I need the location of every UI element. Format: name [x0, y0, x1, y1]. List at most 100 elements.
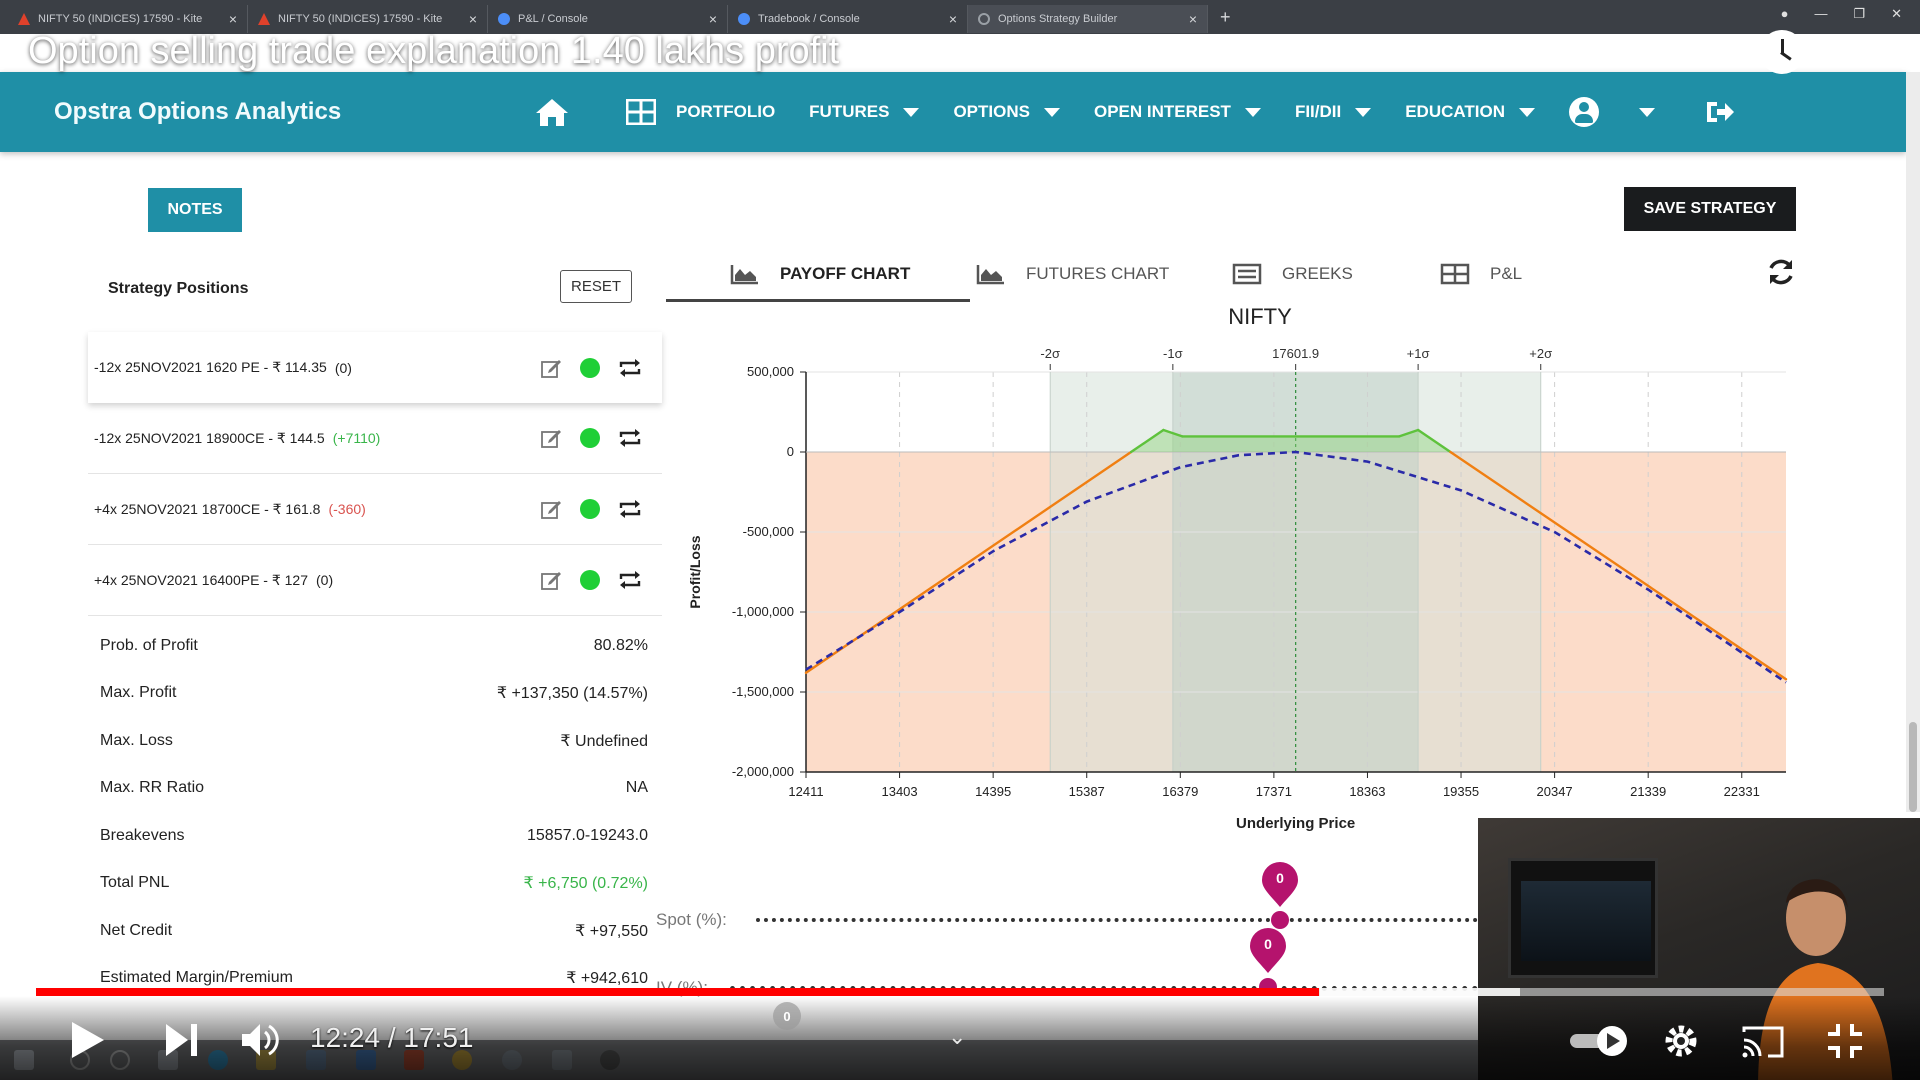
active-status-dot-icon[interactable]	[580, 499, 600, 519]
logout-icon[interactable]	[1705, 98, 1735, 126]
chart-tab[interactable]: GREEKS	[1232, 246, 1353, 302]
brand-title[interactable]: Opstra Options Analytics	[54, 98, 534, 126]
chart-tab[interactable]: PAYOFF CHART	[730, 246, 910, 302]
position-row[interactable]: -12x 25NOV2021 1620 PE - ₹ 114.35 (0)	[88, 332, 662, 403]
sigma-label: -1σ	[1163, 346, 1183, 361]
stat-row: Net Credit ₹ +97,550	[100, 907, 648, 955]
browser-tab-title: NIFTY 50 (INDICES) 17590 - Kite	[278, 13, 443, 25]
position-actions	[540, 545, 642, 615]
opstra-icon	[978, 13, 990, 25]
video-title[interactable]: Option selling trade explanation 1.40 la…	[28, 30, 839, 73]
caret-down-icon	[1043, 107, 1060, 117]
browser-tab[interactable]: NIFTY 50 (INDICES) 17590 - Kite ×	[8, 5, 248, 33]
position-list: -12x 25NOV2021 1620 PE - ₹ 114.35 (0) -12x…	[88, 332, 662, 616]
nav-education[interactable]: EDUCATION	[1405, 102, 1536, 122]
share-icon[interactable]	[1856, 35, 1900, 69]
position-row[interactable]: -12x 25NOV2021 18900CE - ₹ 144.5 (+7110)	[88, 403, 662, 474]
active-status-dot-icon[interactable]	[580, 428, 600, 448]
payoff-chart[interactable]: NIFTY -2σ -1σ 17601.9 +1σ +2σ 500,000 0 -500,000…	[666, 300, 1810, 840]
stat-row: Breakevens 15857.0-19243.0	[100, 812, 648, 860]
minimize-icon[interactable]: —	[1814, 6, 1827, 22]
list-icon	[1232, 263, 1262, 285]
stat-value: NA	[625, 779, 648, 797]
position-actions	[540, 403, 642, 473]
positions-header: Strategy Positions RESET	[88, 246, 662, 332]
refresh-icon[interactable]	[1766, 257, 1796, 287]
page-scrollbar[interactable]	[1906, 72, 1920, 812]
bookmark-star-icon[interactable]: ☆	[1822, 42, 1838, 63]
repeat-icon[interactable]	[618, 358, 642, 378]
nav-portfolio-label: PORTFOLIO	[676, 102, 776, 121]
nav-account[interactable]	[1569, 97, 1656, 127]
nav-fii-dii-label: FII/DII	[1294, 102, 1342, 121]
account-icon[interactable]: ●	[1781, 6, 1789, 22]
caret-down-icon	[1244, 107, 1261, 117]
stat-label: Total PNL	[100, 874, 170, 892]
spot-slider-knob[interactable]	[1271, 911, 1289, 929]
nav-open-interest-label: OPEN INTEREST	[1093, 102, 1231, 121]
nav-portfolio[interactable]: PORTFOLIO	[676, 102, 775, 122]
close-tab-icon[interactable]: ×	[1189, 11, 1197, 27]
save-strategy-button[interactable]: SAVE STRATEGY	[1624, 187, 1796, 231]
chart-tab-label: GREEKS	[1282, 264, 1353, 283]
close-window-icon[interactable]: ✕	[1891, 6, 1902, 22]
nav-open-interest[interactable]: OPEN INTEREST	[1094, 102, 1261, 122]
browser-tab[interactable]: Tradebook / Console ×	[728, 5, 968, 33]
next-icon[interactable]	[164, 1022, 200, 1058]
repeat-icon[interactable]	[618, 428, 642, 448]
y-tick-label: -1,500,000	[732, 684, 794, 699]
restore-icon[interactable]: ❐	[1853, 6, 1865, 22]
settings-gear-icon[interactable]	[1662, 1022, 1700, 1060]
x-tick-label: 16379	[1162, 784, 1198, 799]
watch-later-icon[interactable]	[1759, 30, 1804, 74]
position-actions	[540, 332, 642, 403]
browser-tab[interactable]: NIFTY 50 (INDICES) 17590 - Kite ×	[248, 5, 488, 33]
close-tab-icon[interactable]: ×	[469, 11, 477, 27]
chart-tab[interactable]: FUTURES CHART	[976, 246, 1169, 302]
scrollbar-thumb[interactable]	[1909, 722, 1917, 812]
new-tab-button[interactable]: +	[1220, 7, 1231, 28]
chevron-down-icon[interactable]: ⌄	[948, 1024, 966, 1050]
browser-tab-title: Tradebook / Console	[758, 13, 860, 25]
edit-icon[interactable]	[540, 569, 562, 591]
cast-icon[interactable]	[1742, 1024, 1784, 1058]
browser-tab[interactable]: Options Strategy Builder ×	[968, 5, 1208, 33]
close-tab-icon[interactable]: ×	[709, 11, 717, 27]
close-tab-icon[interactable]: ×	[229, 11, 237, 27]
y-tick-label: 500,000	[747, 364, 794, 379]
x-tick-label: 21339	[1630, 784, 1666, 799]
stat-row: Max. Profit ₹ +137,350 (14.57%)	[100, 670, 648, 718]
position-row[interactable]: +4x 25NOV2021 16400PE - ₹ 127 (0)	[88, 545, 662, 616]
x-tick-label: 20347	[1537, 784, 1573, 799]
browser-tab[interactable]: P&L / Console ×	[488, 5, 728, 33]
stat-value: 80.82%	[593, 636, 648, 654]
position-row[interactable]: +4x 25NOV2021 18700CE - ₹ 161.8 (-360)	[88, 474, 662, 545]
nav-fii-dii[interactable]: FII/DII	[1294, 102, 1372, 122]
area-chart-icon	[730, 265, 758, 285]
stat-value: 15857.0-19243.0	[527, 826, 648, 844]
position-actions	[540, 474, 642, 544]
close-tab-icon[interactable]: ×	[949, 11, 957, 27]
reset-button[interactable]: RESET	[560, 270, 632, 303]
notes-button[interactable]: NOTES	[148, 188, 242, 232]
play-icon[interactable]	[70, 1020, 106, 1060]
sigma-label: -2σ	[1040, 346, 1060, 361]
repeat-icon[interactable]	[618, 570, 642, 590]
spot-slider-track[interactable]	[756, 918, 1478, 922]
edit-icon[interactable]	[540, 357, 562, 379]
autoplay-toggle-icon[interactable]	[1568, 1024, 1632, 1058]
stat-value: ₹ +97,550	[575, 922, 648, 940]
progress-played[interactable]	[36, 988, 1319, 996]
exit-fullscreen-icon[interactable]	[1826, 1022, 1864, 1060]
active-status-dot-icon[interactable]	[580, 570, 600, 590]
nav-futures[interactable]: FUTURES	[809, 102, 920, 122]
nav-options[interactable]: OPTIONS	[953, 102, 1060, 122]
volume-icon[interactable]	[240, 1020, 280, 1060]
edit-icon[interactable]	[540, 427, 562, 449]
repeat-icon[interactable]	[618, 499, 642, 519]
home-icon[interactable]	[534, 97, 570, 127]
iv-pin-value: 0	[1264, 936, 1272, 952]
active-status-dot-icon[interactable]	[580, 357, 600, 378]
chart-tab[interactable]: P&L	[1440, 246, 1522, 302]
edit-icon[interactable]	[540, 498, 562, 520]
